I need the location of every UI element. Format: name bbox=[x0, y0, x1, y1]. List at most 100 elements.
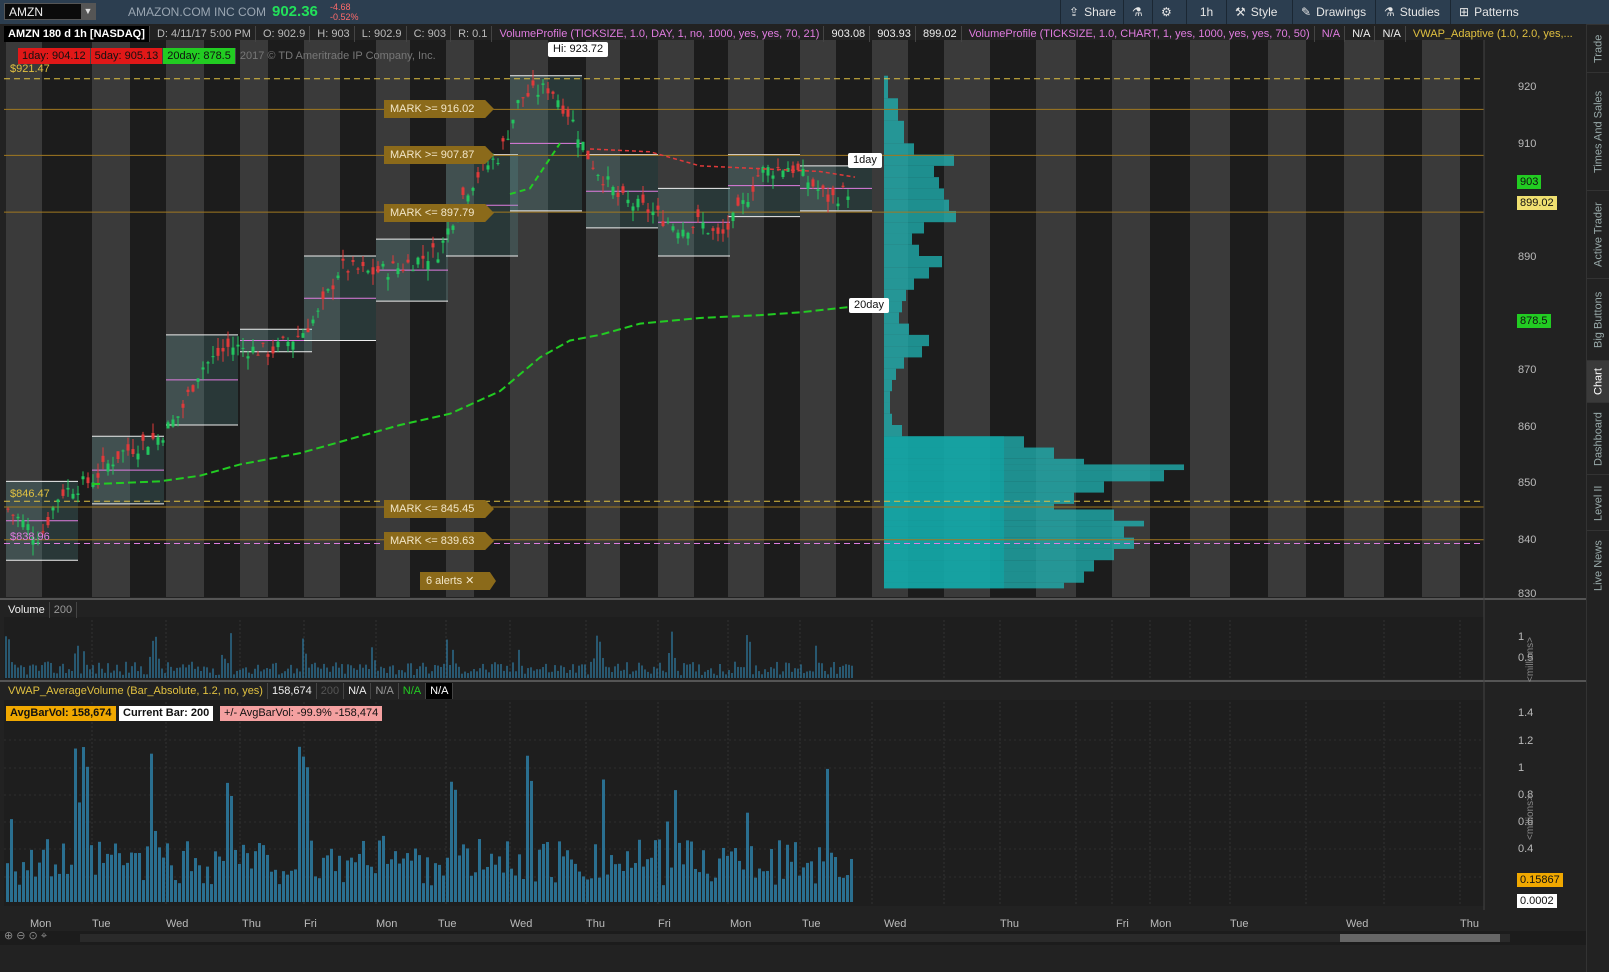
tab-chart[interactable]: Chart bbox=[1587, 360, 1609, 403]
volume-title[interactable]: Volume bbox=[4, 602, 50, 618]
mark-text: MARK >= 907.87 bbox=[390, 149, 475, 161]
tab-active-trader[interactable]: Active Trader bbox=[1587, 190, 1609, 279]
right-sidebar: Trade Times And Sales Active Trader Big … bbox=[1586, 24, 1609, 972]
vwap-volume-bar bbox=[154, 830, 157, 902]
vwap-tick: 1 bbox=[1518, 762, 1525, 774]
candle-body bbox=[626, 199, 630, 204]
candle-body bbox=[221, 348, 225, 352]
mark-label-907[interactable]: MARK >= 907.87 ✕ bbox=[384, 146, 494, 164]
candle-body bbox=[671, 226, 675, 231]
vwap-volume-bar bbox=[322, 857, 325, 902]
vwap-volume-bar bbox=[566, 850, 569, 902]
vwap-unit: <millions> bbox=[1525, 794, 1536, 840]
vwap-volume-bar bbox=[98, 841, 101, 902]
patterns-button[interactable]: ⊞ Patterns bbox=[1450, 0, 1536, 24]
scroll-thumb[interactable] bbox=[1340, 934, 1500, 942]
vwap-volume-bar bbox=[38, 862, 41, 902]
vwap-volume-bar bbox=[14, 871, 17, 902]
vwap-volume-bar bbox=[374, 873, 377, 902]
time-axis-label: Fri bbox=[1116, 918, 1129, 930]
profile-bar bbox=[884, 379, 892, 392]
vwap-volume-bar bbox=[238, 864, 241, 902]
close-icon[interactable]: ✕ bbox=[465, 575, 474, 587]
candle-body bbox=[356, 268, 360, 270]
vwap-volume-bar bbox=[370, 866, 373, 902]
tab-dashboard[interactable]: Dashboard bbox=[1587, 402, 1609, 475]
session-stripe bbox=[1344, 40, 1384, 597]
mark-label-839[interactable]: MARK <= 839.63 ✕ bbox=[384, 532, 494, 550]
candle-body bbox=[141, 434, 145, 441]
profile-bar bbox=[884, 368, 896, 380]
candle-body bbox=[571, 119, 575, 122]
tab-level-ii[interactable]: Level II bbox=[1587, 474, 1609, 531]
vwap-volume-bar bbox=[266, 854, 269, 902]
vwap-volume-bar bbox=[126, 862, 129, 902]
volume-profile-study-2[interactable]: VolumeProfile (TICKSIZE, 1.0, CHART, 1, … bbox=[965, 26, 1315, 42]
vwap-volume-bar bbox=[406, 853, 409, 902]
profile-bar bbox=[884, 165, 934, 178]
tab-live-news[interactable]: Live News bbox=[1587, 530, 1609, 601]
session-stripe bbox=[764, 40, 800, 597]
settings-button[interactable]: ⚙ bbox=[1152, 0, 1186, 24]
mark-label-916[interactable]: MARK >= 916.02 ✕ bbox=[384, 100, 494, 118]
vwap-volume-bar bbox=[510, 868, 513, 902]
session-stripe bbox=[620, 40, 658, 597]
vwap-volume-bar bbox=[594, 844, 597, 902]
vwap-volume-bar bbox=[666, 821, 669, 902]
alerts-label[interactable]: 6 alerts ✕ bbox=[420, 572, 496, 590]
vwap-volume-bar bbox=[362, 840, 365, 902]
style-button[interactable]: ⚒ Style bbox=[1226, 0, 1292, 24]
vwap-volume-bar bbox=[662, 885, 665, 902]
scroll-track[interactable] bbox=[80, 934, 1510, 942]
candle-body bbox=[661, 221, 665, 226]
mark-label-897[interactable]: MARK <= 897.79 ✕ bbox=[384, 204, 494, 222]
candle-body bbox=[236, 344, 240, 347]
candle-body bbox=[266, 354, 270, 357]
flask-button[interactable]: ⚗ bbox=[1123, 0, 1152, 24]
session-stripe bbox=[1384, 40, 1422, 597]
vwap-volume-bar bbox=[802, 867, 805, 902]
vwap-volume-bar bbox=[638, 839, 641, 902]
vwap-volume-bar bbox=[54, 864, 57, 902]
vwap-avgvol-title[interactable]: VWAP_AverageVolume (Bar_Absolute, 1.2, n… bbox=[4, 683, 268, 699]
candle-body bbox=[376, 266, 380, 273]
vwap-volume-bar bbox=[598, 877, 601, 902]
symbol-dropdown-icon[interactable]: ▼ bbox=[81, 4, 95, 19]
studies-button[interactable]: ⚗ Studies bbox=[1375, 0, 1450, 24]
candle-body bbox=[211, 356, 215, 358]
chart-canvas[interactable] bbox=[0, 24, 1586, 972]
time-axis-label: Thu bbox=[586, 918, 605, 930]
drawings-button[interactable]: ✎ Drawings bbox=[1292, 0, 1375, 24]
vwap-volume-bar bbox=[258, 843, 261, 902]
candle-body bbox=[176, 416, 180, 418]
study-info-bar: AMZN 180 d 1h [NASDAQ] D: 4/11/17 5:00 P… bbox=[4, 26, 1577, 42]
session-stripe bbox=[1460, 40, 1484, 597]
time-axis-label: Tue bbox=[1230, 918, 1249, 930]
vwap-volume-bar bbox=[278, 884, 281, 902]
scrollbar-area[interactable]: ⊕ ⊖ ⊙ ⌖ bbox=[0, 929, 1586, 945]
candle-body bbox=[126, 444, 130, 451]
candle-body bbox=[361, 261, 365, 267]
candle-body bbox=[616, 192, 620, 197]
tab-trade[interactable]: Trade bbox=[1587, 24, 1609, 73]
vwap-volume-bar bbox=[26, 870, 29, 902]
vwap-adaptive-study[interactable]: VWAP_Adaptive (1.0, 2.0, yes,... bbox=[1409, 26, 1577, 42]
candle-body bbox=[816, 189, 820, 191]
vwap-volume-bar bbox=[346, 860, 349, 902]
zoom-icons[interactable]: ⊕ ⊖ ⊙ ⌖ bbox=[4, 929, 47, 943]
volume-profile-study-1[interactable]: VolumeProfile (TICKSIZE, 1.0, DAY, 1, no… bbox=[495, 26, 825, 42]
mark-label-845[interactable]: MARK <= 845.45 ✕ bbox=[384, 500, 494, 518]
timeframe-button[interactable]: 1h bbox=[1186, 0, 1226, 24]
tab-big-buttons[interactable]: Big Buttons bbox=[1587, 278, 1609, 361]
candle-body bbox=[16, 516, 20, 519]
vwap-volume-bar bbox=[290, 870, 293, 902]
candle-body bbox=[516, 100, 520, 104]
tab-times-and-sales[interactable]: Times And Sales bbox=[1587, 72, 1609, 191]
vwap-volume-bar bbox=[674, 790, 677, 902]
candle-body bbox=[386, 277, 390, 280]
symbol-input[interactable]: AMZN ▼ bbox=[4, 3, 96, 20]
price-badge-vp: 899.02 bbox=[1517, 196, 1557, 210]
vwap-volume-bar bbox=[242, 844, 245, 902]
share-button[interactable]: ⇪ Share bbox=[1060, 0, 1123, 24]
vwap-volume-bar bbox=[538, 849, 541, 902]
